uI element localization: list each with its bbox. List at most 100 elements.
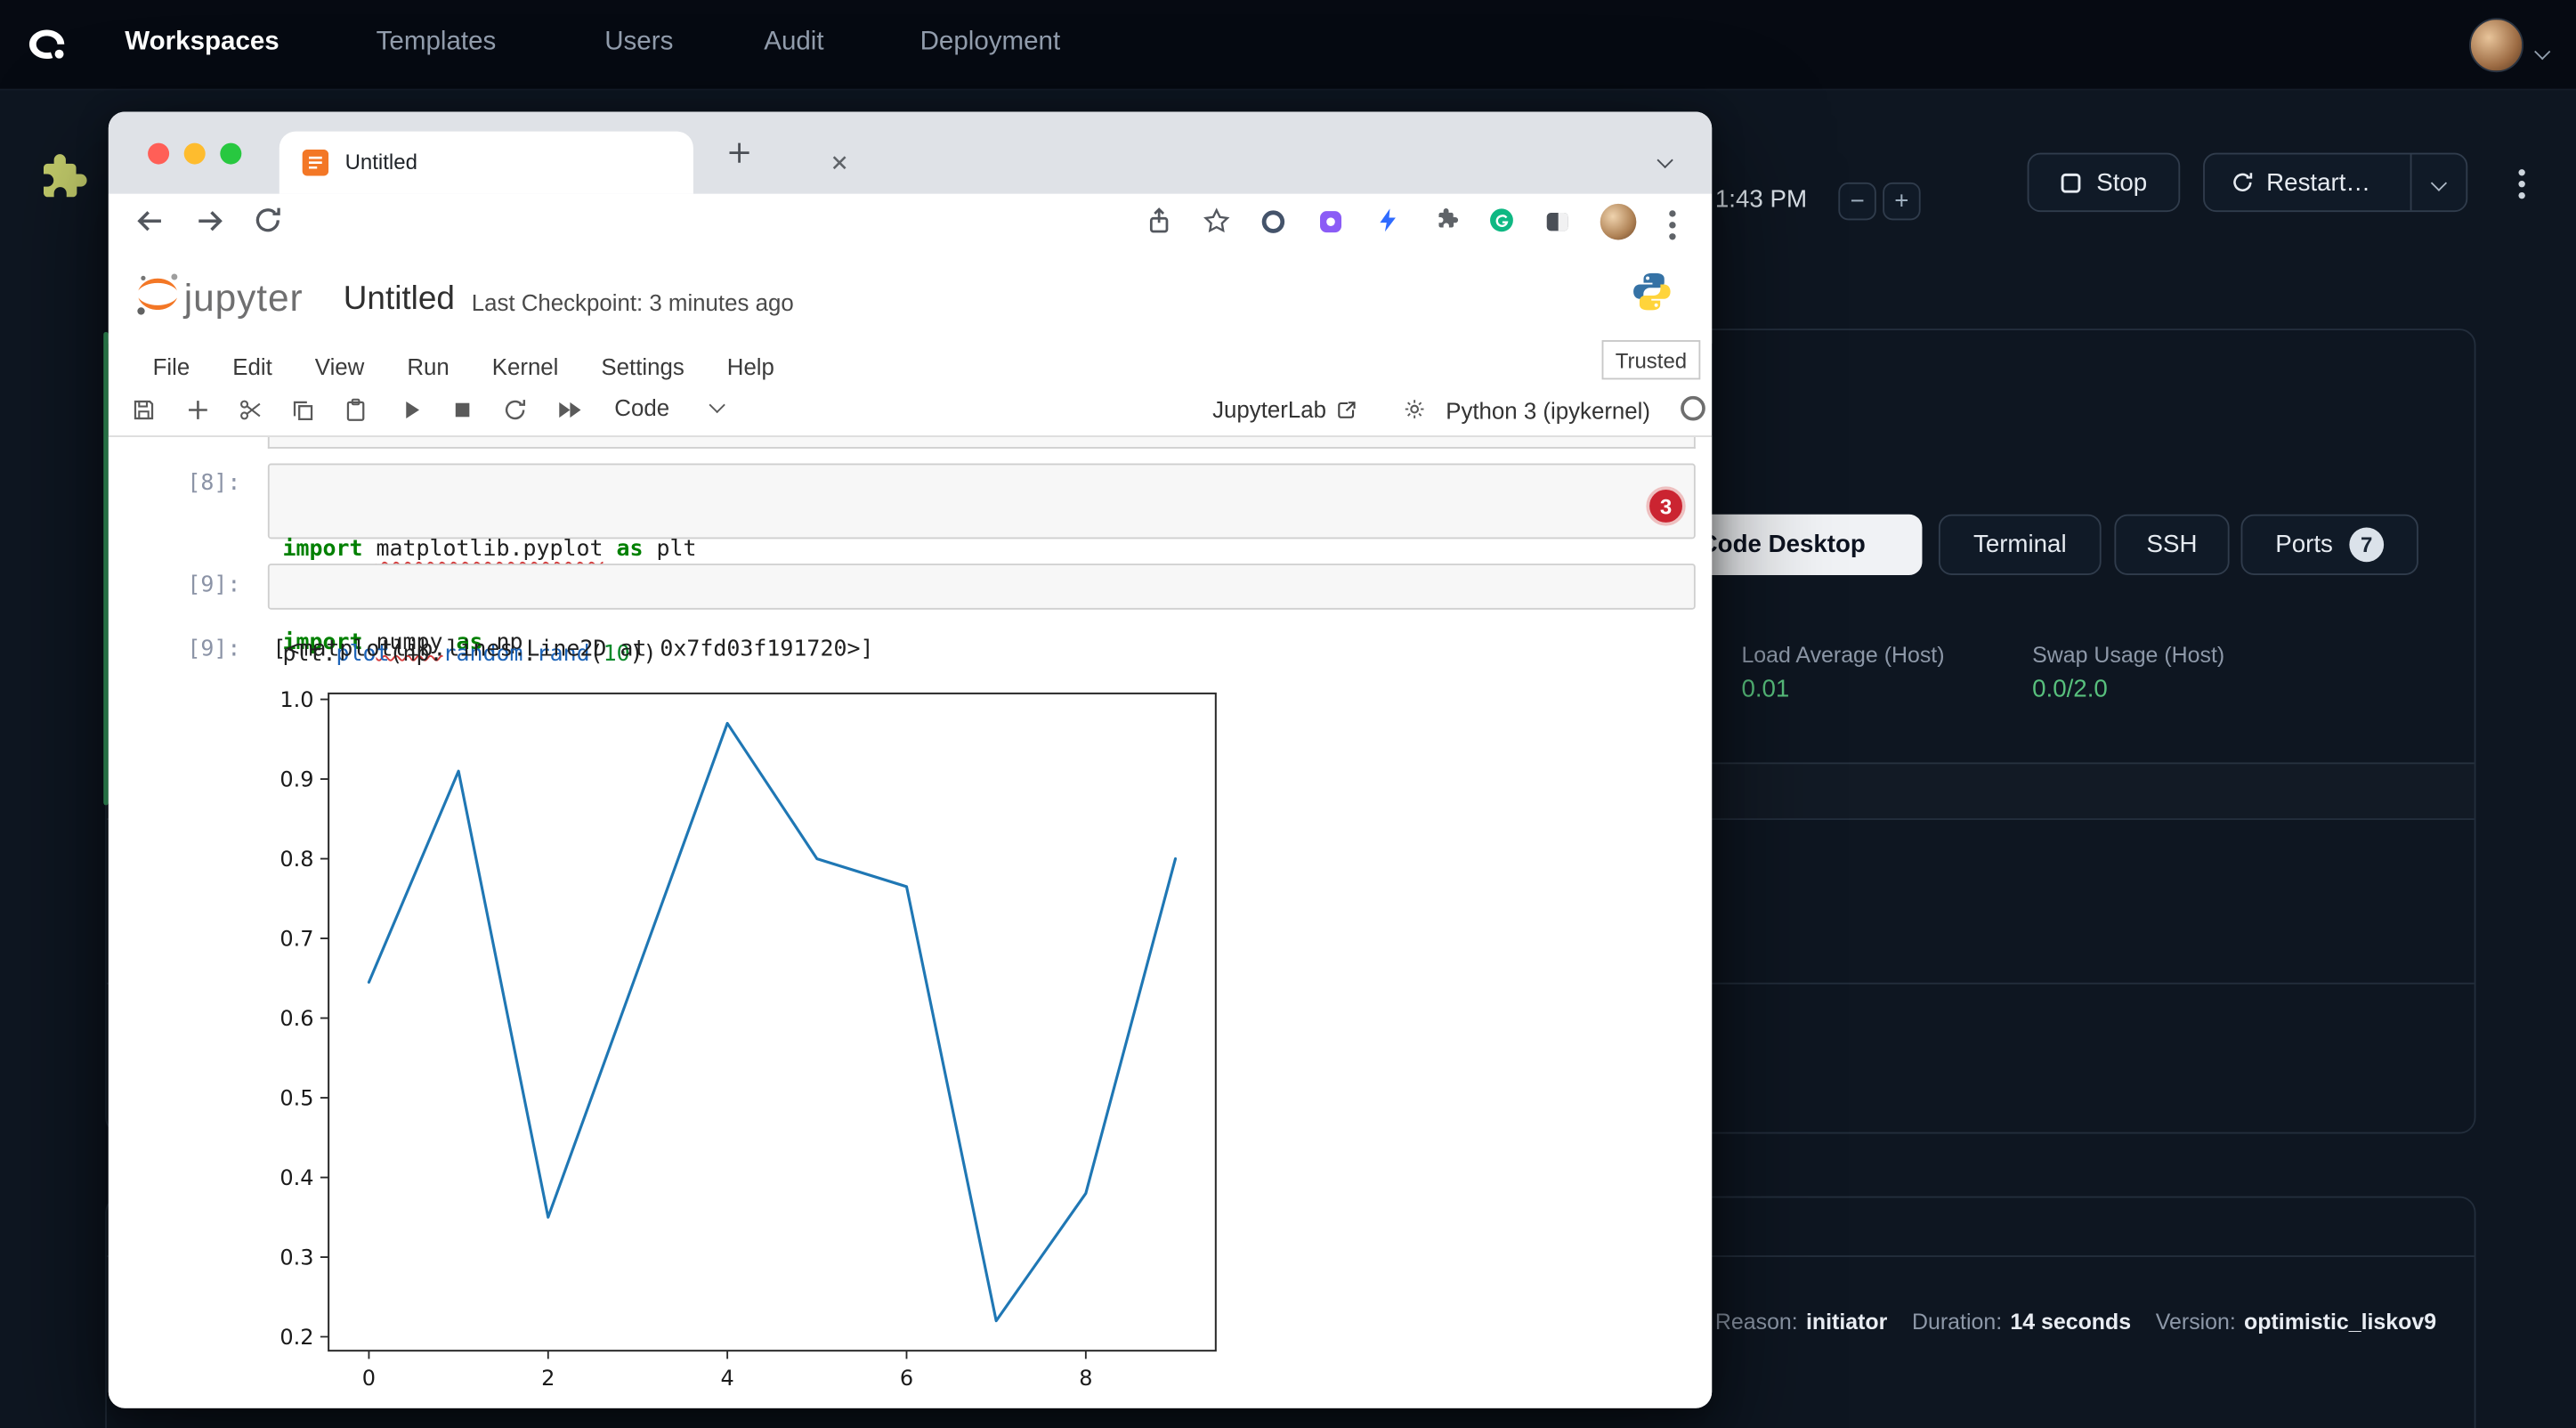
- minimize-traffic-light[interactable]: [184, 143, 206, 165]
- run-all-icon[interactable]: [555, 398, 583, 431]
- notebook-title[interactable]: Untitled: [344, 281, 455, 319]
- output-text: [<matplotlib.lines.Line2D at 0x7fd03f191…: [272, 636, 873, 662]
- menu-kernel[interactable]: Kernel: [492, 353, 559, 379]
- paste-icon[interactable]: [344, 398, 369, 431]
- nav-item-deployment[interactable]: Deployment: [920, 28, 1061, 57]
- browser-window: Untitled: [109, 112, 1712, 1408]
- svg-text:0: 0: [362, 1366, 376, 1391]
- menu-file[interactable]: File: [153, 353, 190, 379]
- bolt-extension-icon[interactable]: [1375, 207, 1402, 242]
- ports-count-badge: 7: [2349, 527, 2384, 562]
- stat-label: Load Average (Host): [1741, 643, 1944, 668]
- notification-count-badge[interactable]: 3: [1646, 486, 1685, 525]
- trusted-button[interactable]: Trusted: [1602, 340, 1701, 379]
- notebook-content: [8]: import matplotlib.pyplot as plt imp…: [109, 437, 1712, 1408]
- run-cell-icon[interactable]: [400, 398, 425, 431]
- browser-menu-kebab-icon[interactable]: [1669, 206, 1675, 245]
- stop-button[interactable]: Stop: [2028, 153, 2181, 212]
- svg-text:0.2: 0.2: [279, 1325, 313, 1350]
- ring-extension-icon[interactable]: [1260, 208, 1287, 243]
- menu-settings[interactable]: Settings: [601, 353, 684, 379]
- jupyter-brand[interactable]: jupyter: [184, 276, 304, 320]
- close-traffic-light[interactable]: [148, 143, 169, 165]
- menu-view[interactable]: View: [315, 353, 365, 379]
- checkpoint-status: Last Checkpoint: 3 minutes ago: [472, 289, 794, 316]
- build-duration: Duration:14 seconds: [1912, 1308, 2131, 1337]
- save-icon[interactable]: [132, 398, 157, 431]
- cell-type-dropdown[interactable]: Code: [614, 394, 724, 421]
- kernel-status-icon: [1681, 396, 1705, 421]
- svg-text:0.8: 0.8: [279, 847, 313, 872]
- restart-dropdown-button[interactable]: [2410, 154, 2466, 210]
- restart-button[interactable]: Restart…: [2205, 168, 2396, 196]
- share-icon[interactable]: [1145, 207, 1172, 244]
- svg-text:0.5: 0.5: [279, 1085, 313, 1110]
- add-cell-icon[interactable]: [186, 398, 211, 431]
- jupyterlab-link[interactable]: JupyterLab: [1212, 396, 1357, 423]
- dropdown-chevron-icon: [709, 397, 725, 413]
- svg-text:6: 6: [900, 1366, 913, 1391]
- menu-edit[interactable]: Edit: [232, 353, 272, 379]
- output-prompt: [9]:: [187, 636, 240, 662]
- stop-icon: [2061, 172, 2082, 193]
- sidebar-toggle-icon[interactable]: [1544, 208, 1571, 243]
- kernel-name[interactable]: Python 3 (ipykernel): [1446, 398, 1650, 425]
- tab-search-chevron-icon[interactable]: [1659, 144, 1671, 174]
- nav-item-users[interactable]: Users: [604, 28, 673, 57]
- svg-text:2: 2: [541, 1366, 555, 1391]
- puzzle-extensions-icon[interactable]: [1432, 207, 1459, 242]
- maximize-traffic-light[interactable]: [220, 143, 241, 165]
- bookmark-star-icon[interactable]: [1203, 207, 1230, 244]
- forward-icon[interactable]: [194, 206, 225, 245]
- svg-text:0.4: 0.4: [279, 1165, 313, 1190]
- external-link-icon: [1336, 399, 1357, 420]
- tab-title: Untitled: [345, 150, 417, 174]
- new-tab-button[interactable]: [726, 140, 753, 174]
- nav-item-workspaces[interactable]: Workspaces: [125, 28, 279, 57]
- jupyter-logo-icon[interactable]: [134, 270, 182, 328]
- svg-text:1.0: 1.0: [279, 687, 313, 712]
- line-chart: 0.20.30.40.50.60.70.80.91.002468: [272, 670, 1258, 1408]
- code-cell-input[interactable]: plt.plot(np.random.rand(10)): [268, 564, 1696, 610]
- copy-icon[interactable]: [291, 398, 316, 431]
- kernel-settings-gear-icon[interactable]: [1403, 398, 1426, 429]
- browser-toolbar: 5555--main--test--matifali.atif.cdr.dev/…: [109, 194, 1712, 250]
- code-cell-input[interactable]: import matplotlib.pyplot as plt import n…: [268, 463, 1696, 539]
- purple-extension-icon[interactable]: [1317, 208, 1344, 243]
- python-logo-icon: [1630, 270, 1674, 322]
- interrupt-kernel-icon[interactable]: [450, 398, 475, 431]
- cut-icon[interactable]: [239, 398, 263, 431]
- back-icon[interactable]: [134, 206, 166, 245]
- reload-icon[interactable]: [253, 206, 282, 243]
- tab-terminal[interactable]: Terminal: [1939, 515, 2102, 575]
- zoom-in-button[interactable]: +: [1883, 183, 1920, 220]
- browser-profile-avatar[interactable]: [1600, 204, 1637, 240]
- svg-text:0.9: 0.9: [279, 767, 313, 791]
- input-prompt: [9]:: [187, 572, 240, 598]
- restart-split-button: Restart…: [2203, 153, 2467, 212]
- nav-item-templates[interactable]: Templates: [377, 28, 497, 57]
- zoom-out-button[interactable]: −: [1838, 183, 1875, 220]
- browser-tab[interactable]: Untitled: [279, 132, 693, 194]
- svg-text:4: 4: [721, 1366, 734, 1391]
- tab-close-icon[interactable]: [828, 151, 851, 183]
- build-version: Version:optimistic_liskov9: [2156, 1308, 2436, 1337]
- template-puzzle-icon: [29, 151, 88, 219]
- stat-swap-usage: Swap Usage (Host) 0.0/2.0: [2032, 643, 2224, 703]
- nav-item-audit[interactable]: Audit: [764, 28, 823, 57]
- build-reason: Reason:initiator: [1715, 1308, 1887, 1337]
- restart-kernel-icon[interactable]: [503, 398, 528, 431]
- svg-text:8: 8: [1079, 1366, 1092, 1391]
- avatar-chevron-down-icon[interactable]: [2537, 37, 2548, 66]
- workspace-menu-kebab-icon[interactable]: [2518, 165, 2524, 204]
- restart-icon: [2231, 171, 2254, 194]
- coder-logo-icon[interactable]: [23, 21, 71, 77]
- menu-run[interactable]: Run: [407, 353, 449, 379]
- tab-ssh[interactable]: SSH: [2114, 515, 2229, 575]
- stat-label: Swap Usage (Host): [2032, 643, 2224, 668]
- notebook-favicon: [303, 150, 329, 184]
- user-avatar[interactable]: [2469, 18, 2523, 72]
- tab-ports[interactable]: Ports 7: [2241, 515, 2418, 575]
- menu-help[interactable]: Help: [727, 353, 774, 379]
- green-extension-icon[interactable]: [1488, 207, 1515, 242]
